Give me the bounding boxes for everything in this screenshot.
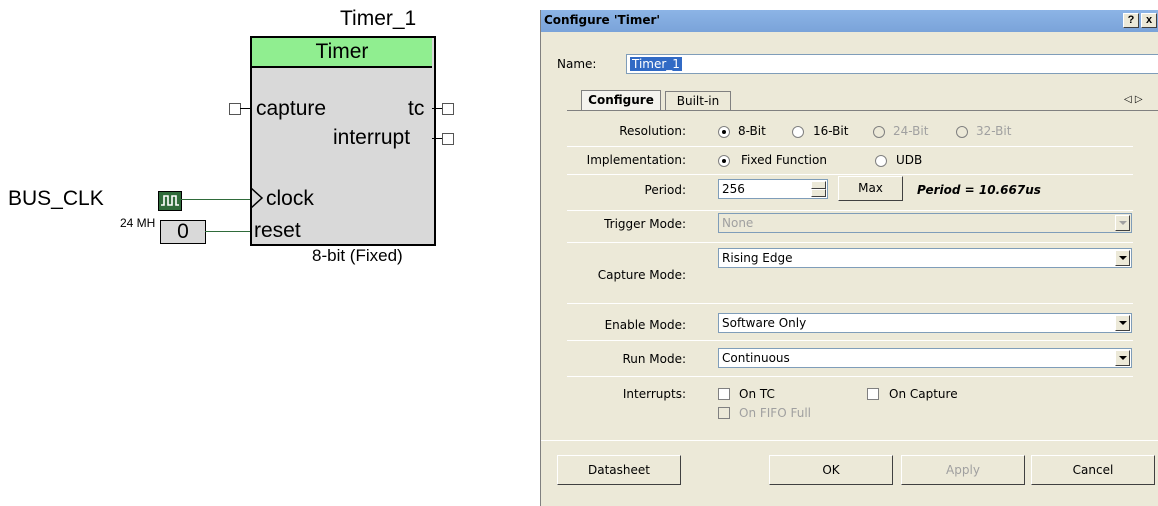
- clock-source-icon[interactable]: [158, 191, 182, 211]
- component-title-text: Timer: [315, 40, 369, 63]
- bus-clk-label: BUS_CLK: [8, 187, 104, 210]
- tc-pin-terminal[interactable]: [442, 103, 454, 115]
- on-tc-label: On TC: [739, 387, 775, 401]
- on-fifo-full-checkbox[interactable]: [718, 407, 730, 419]
- apply-button[interactable]: Apply: [901, 455, 1025, 485]
- period-spinbox[interactable]: 256: [718, 179, 828, 199]
- datasheet-button[interactable]: Datasheet: [557, 455, 681, 485]
- resolution-8bit-label: 8-Bit: [738, 124, 766, 138]
- resolution-32bit-radio[interactable]: [956, 126, 968, 138]
- resolution-16bit-radio[interactable]: [792, 126, 804, 138]
- chevron-down-icon: [1115, 250, 1130, 266]
- help-button[interactable]: ?: [1123, 13, 1139, 28]
- clock-wire: [180, 199, 250, 200]
- interrupt-pin-label: interrupt: [333, 126, 411, 149]
- component-footer: 8-bit (Fixed): [312, 246, 403, 265]
- enable-mode-select[interactable]: Software Only: [718, 313, 1132, 333]
- resolution-24bit-radio[interactable]: [873, 126, 885, 138]
- implementation-udb-label: UDB: [896, 153, 923, 167]
- instance-name: Timer_1: [340, 7, 417, 30]
- separator: [567, 340, 1133, 341]
- on-capture-label: On Capture: [889, 387, 958, 401]
- chevron-down-icon: [1115, 215, 1130, 231]
- clock-frequency: 24 MH: [120, 216, 156, 230]
- run-mode-select[interactable]: Continuous: [718, 348, 1132, 368]
- implementation-udb-radio[interactable]: [875, 155, 887, 167]
- run-mode-label: Run Mode:: [622, 352, 686, 366]
- title-bar[interactable]: Configure 'Timer' ? x: [541, 10, 1158, 32]
- interrupt-pin-line: [432, 138, 442, 139]
- tc-pin-line: [432, 108, 442, 109]
- cancel-button[interactable]: Cancel: [1031, 455, 1155, 485]
- tab-configure[interactable]: Configure: [581, 90, 661, 110]
- close-button[interactable]: x: [1141, 13, 1157, 28]
- chevron-down-icon: [1115, 350, 1130, 366]
- trigger-mode-select[interactable]: None: [718, 213, 1132, 233]
- separator: [567, 303, 1133, 304]
- separator: [567, 146, 1133, 147]
- component-title: Timer: [252, 38, 432, 68]
- capture-pin-line: [240, 108, 250, 109]
- dialog-title: Configure 'Timer': [544, 13, 661, 27]
- implementation-fixed-radio[interactable]: [718, 155, 730, 167]
- on-fifo-full-label: On FIFO Full: [739, 406, 811, 420]
- on-tc-checkbox[interactable]: [718, 388, 730, 400]
- capture-mode-select[interactable]: Rising Edge: [718, 248, 1132, 268]
- interrupt-pin-terminal[interactable]: [442, 133, 454, 145]
- enable-mode-value: Software Only: [722, 316, 807, 330]
- resolution-8bit-radio[interactable]: [718, 126, 730, 138]
- ok-button[interactable]: OK: [769, 455, 893, 485]
- interrupts-label: Interrupts:: [622, 387, 686, 401]
- period-label: Period:: [644, 183, 686, 197]
- spin-up-icon[interactable]: [811, 181, 826, 189]
- name-input-value: Timer_1: [630, 57, 682, 71]
- on-capture-checkbox[interactable]: [867, 388, 879, 400]
- clock-edge-icon: [250, 187, 264, 209]
- capture-mode-value: Rising Edge: [722, 251, 793, 265]
- reset-pin-label: reset: [254, 219, 301, 242]
- resolution-label: Resolution:: [619, 124, 686, 138]
- chevron-down-icon: [1115, 315, 1130, 331]
- max-button[interactable]: Max: [838, 176, 903, 201]
- separator: [567, 174, 1133, 175]
- resolution-16bit-label: 16-Bit: [813, 124, 849, 138]
- enable-mode-label: Enable Mode:: [604, 318, 686, 332]
- resolution-24bit-label: 24-Bit: [893, 124, 929, 138]
- name-input[interactable]: Timer_1: [626, 54, 1158, 74]
- clock-pin-label: clock: [266, 187, 314, 210]
- spin-down-icon[interactable]: [811, 189, 826, 197]
- capture-pin-label: capture: [256, 97, 327, 120]
- capture-mode-label: Capture Mode:: [597, 268, 686, 282]
- implementation-fixed-label: Fixed Function: [741, 153, 827, 167]
- reset-value-box[interactable]: 0: [160, 220, 206, 244]
- tab-scroll-arrows-icon[interactable]: ◁ ▷: [1124, 94, 1143, 105]
- period-value: 256: [722, 182, 745, 196]
- separator: [567, 210, 1133, 211]
- trigger-mode-label: Trigger Mode:: [604, 217, 686, 231]
- implementation-label: Implementation:: [586, 153, 686, 167]
- trigger-mode-value: None: [722, 216, 754, 230]
- separator: [567, 242, 1133, 243]
- capture-pin-terminal[interactable]: [229, 103, 241, 115]
- name-label: Name:: [557, 57, 597, 71]
- separator: [567, 376, 1133, 377]
- run-mode-value: Continuous: [722, 351, 790, 365]
- tab-built-in[interactable]: Built-in: [665, 91, 731, 111]
- tab-underline: [567, 110, 1158, 111]
- separator: [541, 440, 1158, 441]
- configure-dialog: Configure 'Timer' ? x Name: Timer_1 Conf…: [540, 10, 1158, 506]
- tc-pin-label: tc: [408, 97, 425, 120]
- resolution-32bit-label: 32-Bit: [976, 124, 1012, 138]
- reset-wire: [205, 231, 250, 232]
- period-result: Period = 10.667us: [917, 183, 1041, 197]
